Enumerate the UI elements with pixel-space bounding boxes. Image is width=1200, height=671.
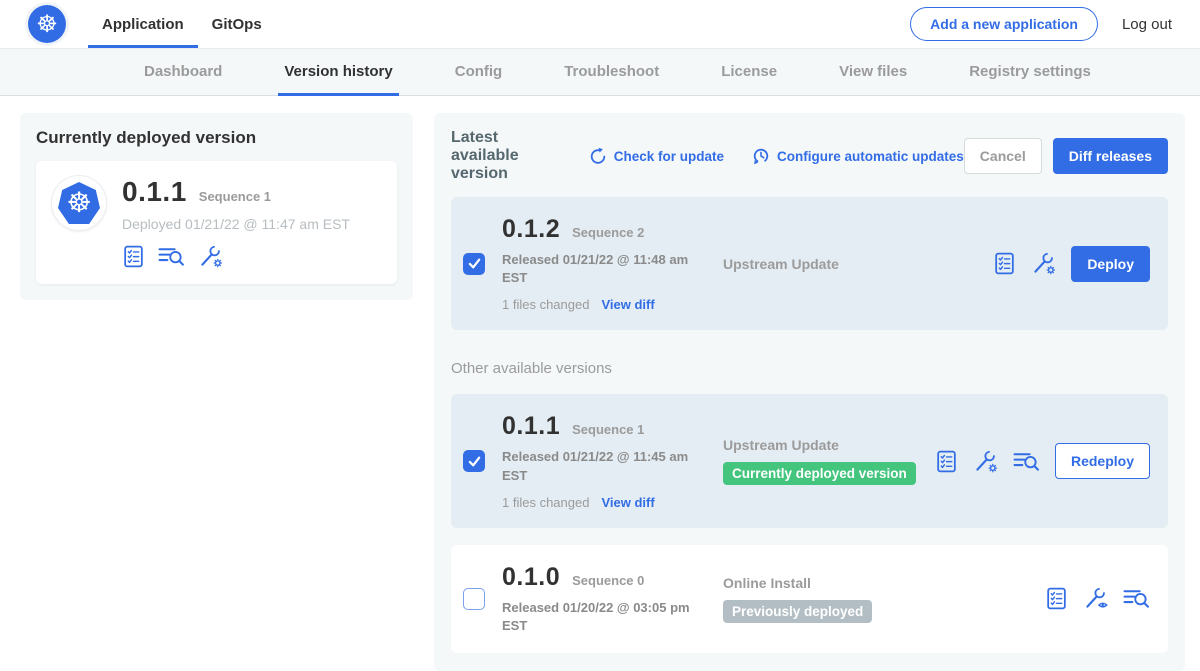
files-changed-label: 1 files changed [502,297,589,312]
edit-config-icon[interactable] [198,244,223,269]
nav-tab-application[interactable]: Application [88,0,198,48]
version-source: Upstream Update Currently deployed versi… [718,437,935,485]
view-diff-link[interactable]: View diff [601,297,654,312]
redeploy-button[interactable]: Redeploy [1055,443,1150,479]
app-subnav: Dashboard Version history Config Trouble… [0,49,1200,96]
source-label: Upstream Update [723,256,993,272]
version-info: 0.1.0 Sequence 0 Released 01/20/22 @ 03:… [502,563,718,635]
app-logo: ☸ [52,176,106,230]
sequence-label: Sequence 1 [572,422,644,437]
version-number: 0.1.2 [502,215,560,244]
version-checkbox-unchecked[interactable] [463,588,485,610]
view-diff-link[interactable]: View diff [601,495,654,510]
version-number: 0.1.1 [502,412,560,441]
version-row: 0.1.2 Sequence 2 Released 01/21/22 @ 11:… [451,197,1168,330]
preflight-checks-icon[interactable] [993,251,1016,276]
subnav-item-registry-settings[interactable]: Registry settings [963,49,1097,96]
logout-link[interactable]: Log out [1122,16,1172,33]
main-content: Currently deployed version ☸ 0.1.1 Seque… [0,96,1200,671]
deployed-sequence-label: Sequence 1 [199,189,271,204]
deployed-card-title: Currently deployed version [36,128,397,148]
edit-config-icon[interactable] [973,449,998,474]
sequence-label: Sequence 2 [572,225,644,240]
deployed-version-card: ☸ 0.1.1 Sequence 1 Deployed 01/21/22 @ 1… [36,161,397,284]
checkmark-icon [466,453,483,470]
version-actions [1045,586,1153,611]
view-config-icon[interactable] [1083,586,1108,611]
subnav-item-config[interactable]: Config [449,49,508,96]
currently-deployed-badge: Currently deployed version [723,462,916,485]
preflight-checks-icon[interactable] [935,449,958,474]
edit-config-icon[interactable] [1031,251,1056,276]
top-nav-tabs: Application GitOps [88,0,276,48]
version-source: Upstream Update [718,256,993,272]
source-label: Upstream Update [723,437,935,453]
currently-deployed-card: Currently deployed version ☸ 0.1.1 Seque… [20,113,413,300]
version-info: 0.1.2 Sequence 2 Released 01/21/22 @ 11:… [502,215,718,312]
deploy-logs-icon[interactable] [158,245,185,268]
sequence-label: Sequence 0 [572,573,644,588]
subnav-item-view-files[interactable]: View files [833,49,913,96]
diff-releases-button[interactable]: Diff releases [1053,138,1168,174]
version-row: 0.1.1 Sequence 1 Released 01/21/22 @ 11:… [451,394,1168,527]
version-row: 0.1.0 Sequence 0 Released 01/20/22 @ 03:… [451,545,1168,653]
subnav-item-troubleshoot[interactable]: Troubleshoot [558,49,665,96]
version-source: Online Install Previously deployed [718,575,1045,623]
latest-version-title: Latest available version [451,129,569,183]
nav-tab-gitops[interactable]: GitOps [198,0,276,48]
deploy-button[interactable]: Deploy [1071,246,1150,282]
latest-version-header: Latest available version Check for updat… [451,129,1168,183]
check-for-update-link[interactable]: Check for update [589,147,724,165]
checkmark-icon [466,255,483,272]
preflight-checks-icon[interactable] [122,244,145,269]
deploy-logs-icon[interactable] [1123,587,1150,610]
deploy-logs-icon[interactable] [1013,450,1040,473]
add-new-application-button[interactable]: Add a new application [910,7,1098,41]
cancel-button[interactable]: Cancel [964,138,1042,174]
deployed-version-info: 0.1.1 Sequence 1 Deployed 01/21/22 @ 11:… [122,176,350,269]
version-checkbox-checked[interactable] [463,253,485,275]
released-timestamp: Released 01/20/22 @ 03:05 pm EST [502,599,700,635]
version-checkbox-checked[interactable] [463,450,485,472]
version-history-panel: Latest available version Check for updat… [434,113,1185,671]
version-actions: Redeploy [935,443,1153,479]
subnav-item-version-history[interactable]: Version history [278,49,398,96]
other-versions-title: Other available versions [451,360,1168,377]
refresh-icon [589,147,607,165]
version-actions: Deploy [993,246,1153,282]
source-label: Online Install [723,575,1045,591]
configure-automatic-updates-link[interactable]: Configure automatic updates [752,147,964,165]
top-navbar: ☸ Application GitOps Add a new applicati… [0,0,1200,49]
files-changed-label: 1 files changed [502,495,589,510]
previously-deployed-badge: Previously deployed [723,600,872,623]
version-info: 0.1.1 Sequence 1 Released 01/21/22 @ 11:… [502,412,718,509]
preflight-checks-icon[interactable] [1045,586,1068,611]
released-timestamp: Released 01/21/22 @ 11:48 am EST [502,251,700,287]
clock-refresh-icon [752,147,770,165]
kubernetes-logo-icon: ☸ [28,5,66,43]
subnav-item-dashboard[interactable]: Dashboard [138,49,228,96]
deployed-timestamp: Deployed 01/21/22 @ 11:47 am EST [122,216,350,232]
subnav-item-license[interactable]: License [715,49,783,96]
kubernetes-app-icon: ☸ [58,182,100,224]
deployed-version-number: 0.1.1 [122,176,187,208]
version-number: 0.1.0 [502,563,560,592]
released-timestamp: Released 01/21/22 @ 11:45 am EST [502,448,700,484]
